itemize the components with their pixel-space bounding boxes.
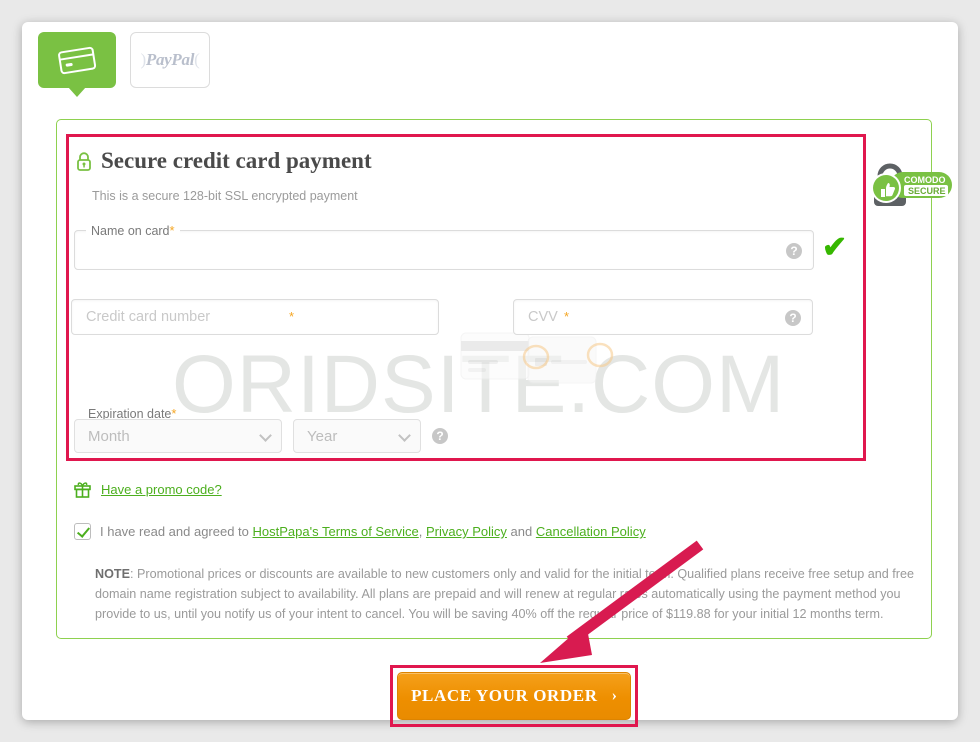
gift-icon	[74, 482, 91, 498]
paypal-logo: )PayPal(	[140, 50, 200, 69]
terms-text: I have read and agreed to HostPapa's Ter…	[100, 524, 646, 539]
section-subtitle: This is a secure 128-bit SSL encrypted p…	[92, 189, 358, 203]
terms-prefix: I have read and agreed to	[100, 524, 253, 539]
privacy-policy-link[interactable]: Privacy Policy	[426, 524, 507, 539]
terms-row: I have read and agreed to HostPapa's Ter…	[74, 523, 646, 540]
order-button-label: PLACE YOUR ORDER	[411, 686, 598, 705]
chevron-right-icon: ›	[611, 687, 617, 704]
expiration-date-field: Expiration date* Month Year ?	[74, 406, 494, 453]
required-asterisk: *	[564, 309, 570, 324]
lock-icon	[77, 152, 91, 171]
terms-checkbox[interactable]	[74, 523, 91, 540]
cvv-field: * ?	[513, 299, 813, 335]
expiration-month-value: Month	[88, 427, 130, 445]
page-title: Secure credit card payment	[101, 148, 372, 173]
name-on-card-valid-icon: ✔	[822, 231, 848, 264]
tab-credit-card[interactable]	[38, 32, 116, 97]
credit-card-icon	[58, 46, 97, 75]
section-heading: Secure credit card payment	[76, 148, 372, 174]
checkout-card: ORIDSITE.COM )PayPal(Secure credit card…	[22, 22, 958, 727]
cvv-help-icon[interactable]: ?	[785, 310, 801, 326]
expiration-year-select[interactable]: Year	[293, 419, 421, 453]
card-number-field: *	[71, 299, 439, 335]
note-paragraph: NOTE: Promotional prices or discounts ar…	[95, 564, 931, 624]
expiration-help-icon[interactable]: ?	[432, 428, 448, 444]
svg-text:COMODO: COMODO	[904, 175, 946, 185]
promo-code-row: Have a promo code?	[74, 481, 222, 498]
name-on-card-field: Name on card* ?	[74, 223, 814, 270]
note-label: NOTE	[95, 567, 130, 581]
terms-sep-2: and	[506, 524, 536, 539]
terms-sep-1: ,	[418, 524, 427, 539]
cvv-input[interactable]	[514, 300, 812, 334]
name-on-card-input[interactable]	[75, 231, 813, 269]
required-asterisk: *	[289, 309, 295, 324]
place-your-order-button[interactable]: PLACE YOUR ORDER ›	[397, 672, 631, 720]
svg-text:SECURE: SECURE	[908, 186, 946, 196]
chevron-down-icon	[259, 429, 272, 442]
expiration-month-select[interactable]: Month	[74, 419, 282, 453]
name-on-card-label: Name on card*	[86, 223, 180, 239]
tab-paypal[interactable]: )PayPal(	[130, 32, 210, 88]
note-text: : Promotional prices or discounts are av…	[95, 567, 914, 621]
required-asterisk: *	[169, 223, 175, 238]
comodo-secure-badge: COMODO SECURE	[860, 162, 956, 210]
chevron-down-icon	[398, 429, 411, 442]
terms-of-service-link[interactable]: HostPapa's Terms of Service	[253, 524, 419, 539]
card-number-input[interactable]	[72, 300, 438, 334]
expiration-year-value: Year	[307, 427, 338, 445]
name-on-card-help-icon[interactable]: ?	[786, 243, 802, 259]
cancellation-policy-link[interactable]: Cancellation Policy	[536, 524, 646, 539]
promo-code-link[interactable]: Have a promo code?	[101, 482, 222, 497]
payment-method-tabs: )PayPal(	[38, 32, 210, 97]
